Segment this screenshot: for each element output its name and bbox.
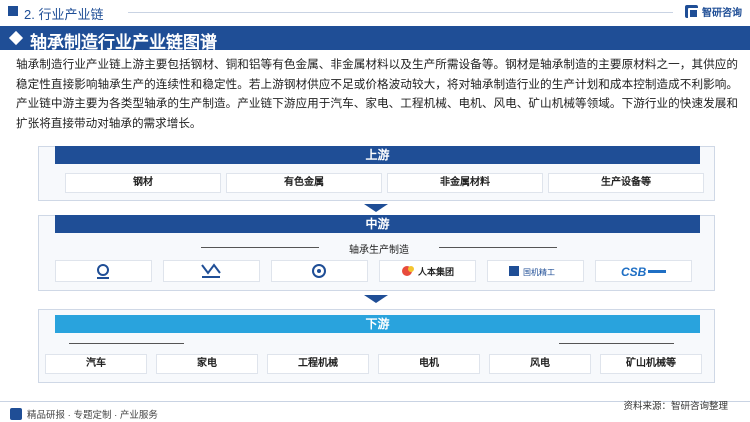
company-logo-5-text: 国机精工 [523,267,555,277]
company-logo-2 [163,260,260,282]
upstream-header: 上游 [55,146,700,164]
description-text: 轴承制造行业产业链上游主要包括钢材、铜和铝等有色金属、非金属材料以及生产所需设备… [16,58,738,130]
subtitle-divider [439,247,557,248]
downstream-header: 下游 [55,315,700,333]
company-logo-4-text: 人本集团 [417,266,454,277]
flow-arrow-icon [364,204,388,212]
footer-logo-icon [10,408,22,420]
midstream-panel: 中游 轴承生产制造 人本集团 国机精工 CSB [38,215,715,291]
brand-logo-icon [685,5,699,19]
company-logo-4-icon: 人本集团 [402,266,454,277]
upstream-item: 钢材 [65,173,221,193]
company-logo-5-icon: 国机精工 [509,266,555,277]
upstream-item: 有色金属 [226,173,382,193]
header-divider [128,12,673,13]
title-bar: 轴承制造行业产业链图谱 [0,26,750,52]
section-header: 2. 行业产业链 智研咨询 [0,0,750,24]
midstream-header: 中游 [55,215,700,233]
downstream-panel: 下游 汽车 家电 工程机械 电机 风电 矿山机械等 [38,309,715,383]
subtitle-divider [201,247,319,248]
section-label: 2. 行业产业链 [24,7,104,22]
company-logo-4: 人本集团 [379,260,476,282]
downstream-divider [559,343,674,344]
company-logo-3 [271,260,368,282]
flow-arrow-icon [364,295,388,303]
downstream-item: 电机 [378,354,480,374]
downstream-divider [69,343,184,344]
brand: 智研咨询 [685,4,742,19]
downstream-item: 汽车 [45,354,147,374]
source-note: 资料来源：智研咨询整理 [623,401,728,412]
company-logo-1-icon [97,264,109,279]
page-title: 轴承制造行业产业链图谱 [30,33,217,52]
upstream-item: 非金属材料 [387,173,543,193]
company-logo-6: CSB [595,260,692,282]
upstream-item: 生产设备等 [548,173,704,193]
company-logo-6-icon: CSB [621,265,666,279]
company-logo-1 [55,260,152,282]
downstream-item: 家电 [156,354,258,374]
footer-tagline-text: 精品研报 · 专题定制 · 产业服务 [27,410,158,421]
company-logo-5: 国机精工 [487,260,584,282]
section-marker-icon [8,6,18,16]
company-logo-3-icon [312,264,326,278]
brand-name: 智研咨询 [702,8,742,19]
downstream-item: 矿山机械等 [600,354,702,374]
midstream-subtitle: 轴承生产制造 [349,245,409,256]
footer-tagline: 精品研报 · 专题定制 · 产业服务 [10,407,158,421]
downstream-item: 工程机械 [267,354,369,374]
company-logo-6-text: CSB [621,265,647,279]
downstream-item: 风电 [489,354,591,374]
company-logo-2-icon [201,263,221,278]
upstream-panel: 上游 钢材 有色金属 非金属材料 生产设备等 [38,146,715,201]
diamond-icon [8,30,24,46]
